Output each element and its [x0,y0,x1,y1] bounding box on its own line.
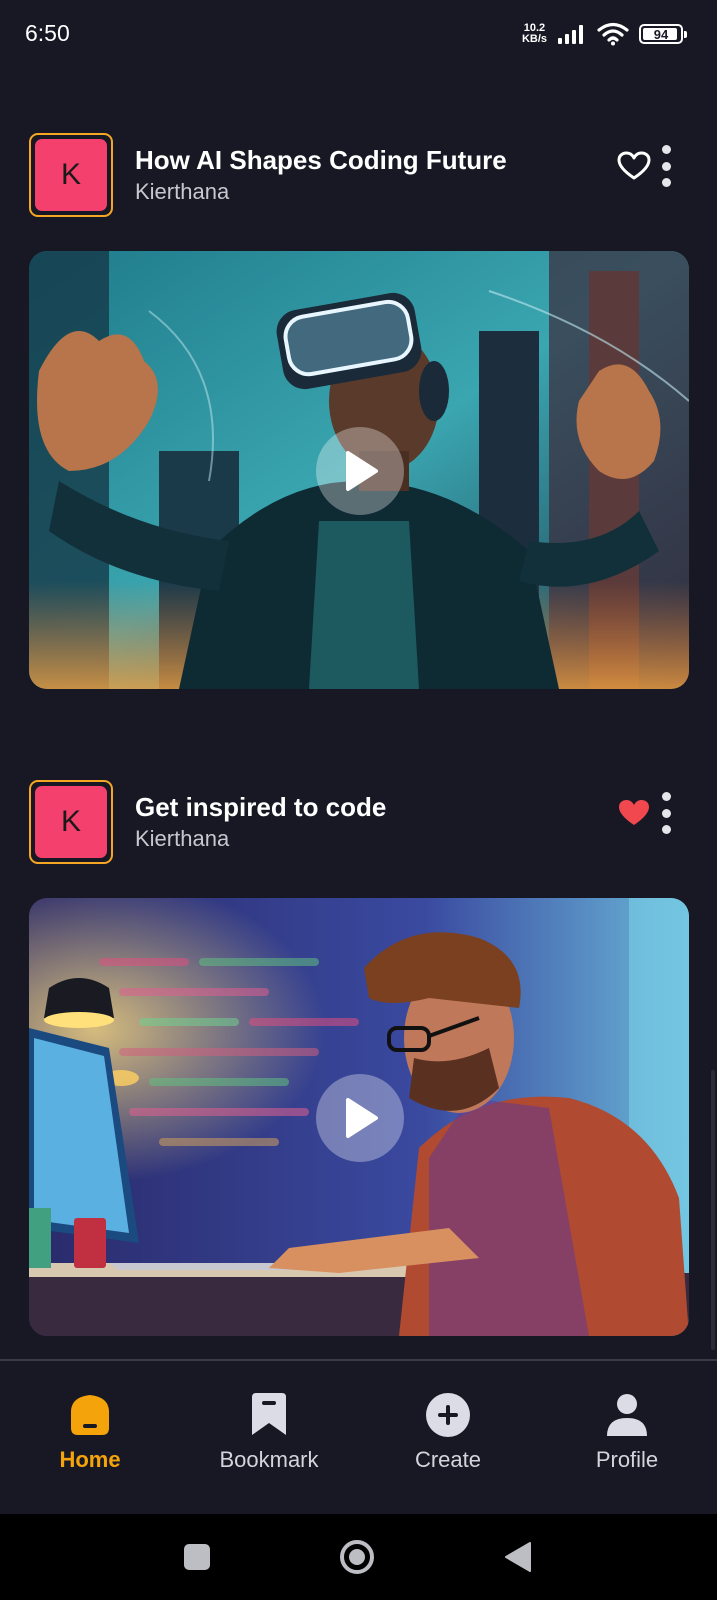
back-icon[interactable] [500,1539,536,1575]
post-video-thumbnail[interactable] [29,898,689,1336]
recent-apps-icon[interactable] [179,1539,215,1575]
nav-label-profile: Profile [595,1447,659,1472]
play-icon [346,451,378,491]
post-author: Kierthana [135,179,230,204]
play-button[interactable] [316,1074,404,1162]
home-circle-icon[interactable] [339,1539,375,1575]
nav-label-home: Home [59,1447,121,1472]
home-icon [66,1391,114,1439]
wifi-icon [597,22,629,46]
nav-item-bookmark[interactable]: Bookmark [179,1391,359,1481]
post-card[interactable]: K How AI Shapes Coding Future Kierthana [29,133,689,689]
status-bar: 6:50 10.2 KB/s 94 [0,0,717,66]
bookmark-icon [245,1391,293,1439]
post-video-thumbnail[interactable] [29,251,689,689]
play-button[interactable] [316,427,404,515]
app-screen: 6:50 10.2 KB/s 94 K How AI Shapes Coding… [0,0,717,1600]
status-icons: 10.2 KB/s 94 [522,20,687,48]
status-time: 6:50 [25,20,70,46]
avatar[interactable]: K [29,133,113,217]
post-author: Kierthana [135,826,230,851]
heart-outline-icon[interactable] [617,151,651,181]
nav-item-create[interactable]: Create [358,1391,538,1481]
network-speed-unit: KB/s [521,33,547,45]
heart-filled-icon[interactable] [617,798,651,828]
battery-icon: 94 [639,24,687,44]
avatar-letter: K [35,786,107,858]
play-icon [346,1098,378,1138]
more-options-icon[interactable] [659,792,673,834]
scrollbar[interactable] [711,1070,715,1350]
plus-circle-icon [424,1391,472,1439]
post-header: K How AI Shapes Coding Future Kierthana [29,133,689,217]
more-options-icon[interactable] [659,145,673,187]
nav-label-bookmark: Bookmark [219,1447,319,1472]
post-title: Get inspired to code [135,792,387,822]
nav-item-profile[interactable]: Profile [537,1391,717,1481]
battery-percent: 94 [653,26,669,42]
network-speed: 10.2 KB/s [522,23,547,45]
post-title: How AI Shapes Coding Future [135,145,507,175]
post-card[interactable]: K Get inspired to code Kierthana [29,780,689,1336]
bottom-navigation: Home Bookmark Create Profile [0,1359,717,1514]
nav-label-create: Create [414,1447,482,1472]
profile-icon [603,1391,651,1439]
signal-icon [558,25,583,44]
nav-item-home[interactable]: Home [0,1391,180,1481]
avatar-letter: K [35,139,107,211]
avatar[interactable]: K [29,780,113,864]
post-header: K Get inspired to code Kierthana [29,780,689,864]
system-navigation-bar [0,1514,717,1600]
